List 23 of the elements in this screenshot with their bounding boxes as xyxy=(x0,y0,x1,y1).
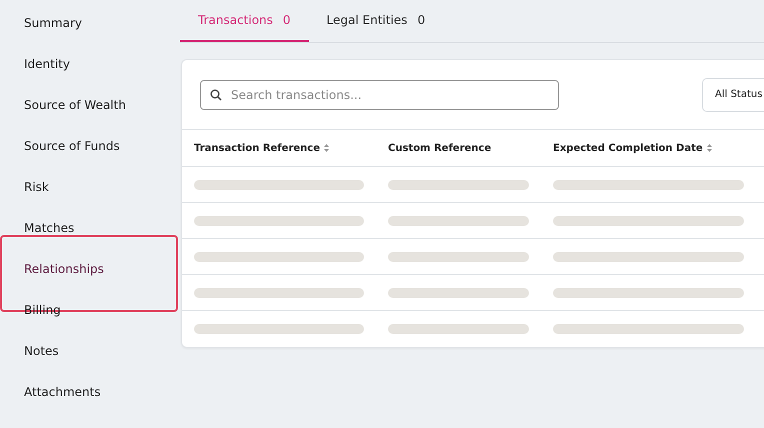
search-field[interactable]: Search transactions... xyxy=(200,80,559,110)
sidebar-item[interactable]: Relationships xyxy=(0,259,180,300)
sidebar-item[interactable]: Source of Wealth xyxy=(0,95,180,136)
sidebar-item[interactable]: Risk xyxy=(0,177,180,218)
sidebar-item[interactable]: Summary xyxy=(0,13,180,54)
sidebar-item[interactable]: Matches xyxy=(0,218,180,259)
sidebar-item[interactable]: Attachments xyxy=(0,382,180,423)
tab[interactable]: Legal Entities 0 xyxy=(308,0,444,42)
tab-label: Transactions xyxy=(198,13,273,27)
sidebar-item[interactable]: Notes xyxy=(0,341,180,382)
sidebar-item[interactable]: Identity xyxy=(0,54,180,95)
column-header: Transaction Reference xyxy=(194,142,320,154)
sort-icon[interactable] xyxy=(706,144,712,152)
search-icon xyxy=(210,88,222,100)
column-header: Custom Reference xyxy=(388,142,492,154)
tab[interactable]: Transactions 0 xyxy=(180,0,309,42)
tab-count: 0 xyxy=(282,13,291,27)
sidebar-item[interactable]: Source of Funds xyxy=(0,136,180,177)
status-dropdown[interactable]: All Status xyxy=(702,78,764,112)
column-header: Expected Completion Date xyxy=(553,142,703,154)
sort-icon[interactable] xyxy=(324,144,329,152)
tab-label: Legal Entities xyxy=(326,13,408,27)
tab-count: 0 xyxy=(417,13,426,27)
